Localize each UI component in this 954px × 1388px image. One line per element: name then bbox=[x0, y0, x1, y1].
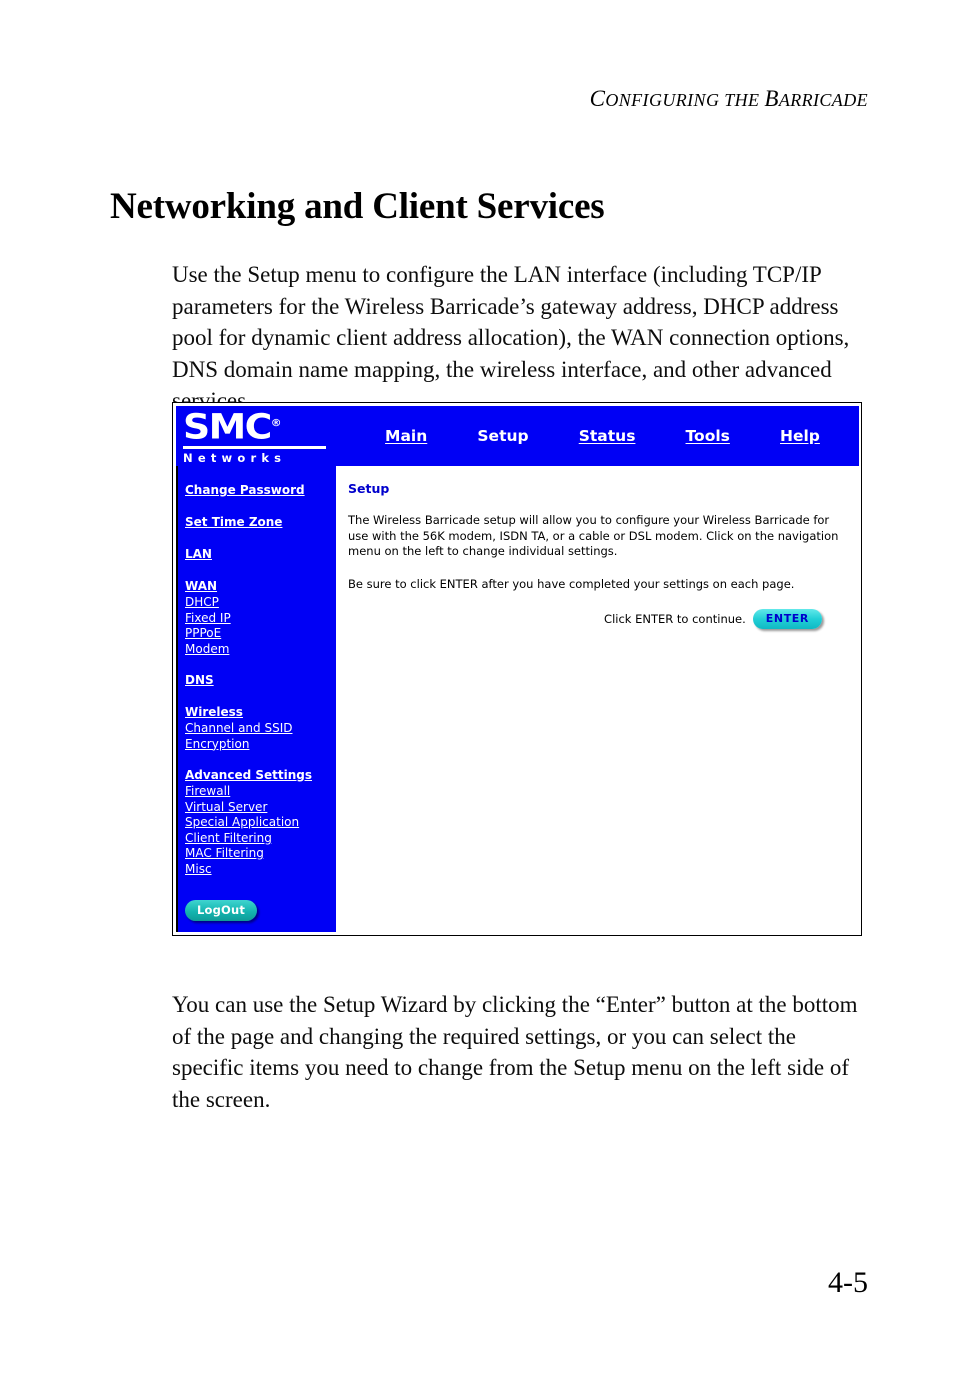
outro-paragraph: You can use the Setup Wizard by clicking… bbox=[172, 992, 858, 1112]
sidebar-group-wireless: Wireless Channel and SSID Encryption bbox=[185, 701, 336, 752]
registered-trademark-icon: ® bbox=[270, 418, 282, 430]
smc-logo: SMC® Networks bbox=[176, 407, 336, 465]
content-heading-setup: Setup bbox=[348, 481, 390, 496]
sidebar-item-misc[interactable]: Misc bbox=[185, 862, 336, 878]
sidebar-item-pppoe[interactable]: PPPoE bbox=[185, 626, 336, 642]
router-sidebar: Change Password Set Time Zone LAN WAN DH… bbox=[176, 466, 336, 932]
sidebar-item-special-application[interactable]: Special Application bbox=[185, 815, 336, 831]
intro-paragraph: Use the Setup menu to configure the LAN … bbox=[172, 262, 850, 413]
sidebar-item-wan[interactable]: WAN bbox=[185, 578, 217, 595]
running-head-text-1: onfiguring the bbox=[605, 90, 765, 110]
sidebar-group-change-password: Change Password bbox=[185, 479, 336, 499]
router-ui-screenshot: SMC® Networks Main Setup Status Tools He… bbox=[172, 402, 862, 936]
router-top-bar: SMC® Networks Main Setup Status Tools He… bbox=[176, 406, 859, 466]
sidebar-item-dhcp[interactable]: DHCP bbox=[185, 595, 336, 611]
sidebar-group-set-time-zone: Set Time Zone bbox=[185, 511, 336, 531]
smc-wordmark: SMC® bbox=[183, 407, 282, 445]
enter-prompt-label: Click ENTER to continue. bbox=[604, 612, 746, 626]
running-head: Configuring the Barricade bbox=[590, 86, 868, 112]
logout-button[interactable]: LogOut bbox=[185, 900, 258, 921]
sidebar-item-modem[interactable]: Modem bbox=[185, 642, 336, 658]
sidebar-item-channel-and-ssid[interactable]: Channel and SSID bbox=[185, 721, 336, 737]
sidebar-item-encryption[interactable]: Encryption bbox=[185, 737, 336, 753]
enter-action-row: Click ENTER to continue. ENTER bbox=[348, 609, 842, 629]
running-head-initial-c: C bbox=[589, 86, 606, 111]
nav-item-main[interactable]: Main bbox=[385, 427, 427, 445]
sidebar-group-lan: LAN bbox=[185, 543, 336, 563]
sidebar-item-wireless[interactable]: Wireless bbox=[185, 704, 243, 721]
sidebar-item-advanced-settings[interactable]: Advanced Settings bbox=[185, 767, 312, 784]
sidebar-group-advanced-settings: Advanced Settings Firewall Virtual Serve… bbox=[185, 764, 336, 877]
running-head-text-2: arricade bbox=[778, 90, 868, 110]
page-number: 4-5 bbox=[828, 1266, 868, 1299]
sidebar-group-dns: DNS bbox=[185, 669, 336, 689]
sidebar-item-virtual-server[interactable]: Virtual Server bbox=[185, 800, 336, 816]
enter-button[interactable]: ENTER bbox=[752, 609, 822, 629]
nav-item-setup[interactable]: Setup bbox=[477, 427, 528, 445]
router-content-pane: Setup The Wireless Barricade setup will … bbox=[339, 469, 858, 932]
sidebar-item-dns[interactable]: DNS bbox=[185, 672, 214, 689]
sidebar-item-lan[interactable]: LAN bbox=[185, 546, 212, 563]
content-paragraph-2: Be sure to click ENTER after you have co… bbox=[348, 576, 795, 591]
smc-brand-text: SMC bbox=[183, 407, 272, 448]
sidebar-item-firewall[interactable]: Firewall bbox=[185, 784, 336, 800]
sidebar-item-change-password[interactable]: Change Password bbox=[185, 482, 305, 499]
sidebar-item-client-filtering[interactable]: Client Filtering bbox=[185, 831, 336, 847]
page-title: Networking and Client Services bbox=[110, 185, 605, 227]
sidebar-item-fixed-ip[interactable]: Fixed IP bbox=[185, 611, 336, 627]
sidebar-group-wan: WAN DHCP Fixed IP PPPoE Modem bbox=[185, 575, 336, 657]
nav-item-tools[interactable]: Tools bbox=[686, 427, 730, 445]
running-head-initial-b: B bbox=[764, 86, 779, 111]
nav-item-status[interactable]: Status bbox=[579, 427, 636, 445]
logout-button-wrapper: LogOut bbox=[185, 899, 336, 921]
sidebar-item-mac-filtering[interactable]: MAC Filtering bbox=[185, 846, 336, 862]
sidebar-item-set-time-zone[interactable]: Set Time Zone bbox=[185, 514, 282, 531]
router-main-nav: Main Setup Status Tools Help bbox=[336, 427, 859, 445]
content-paragraph-1: The Wireless Barricade setup will allow … bbox=[348, 513, 839, 558]
smc-tagline: Networks bbox=[183, 450, 287, 465]
nav-item-help[interactable]: Help bbox=[780, 427, 820, 445]
